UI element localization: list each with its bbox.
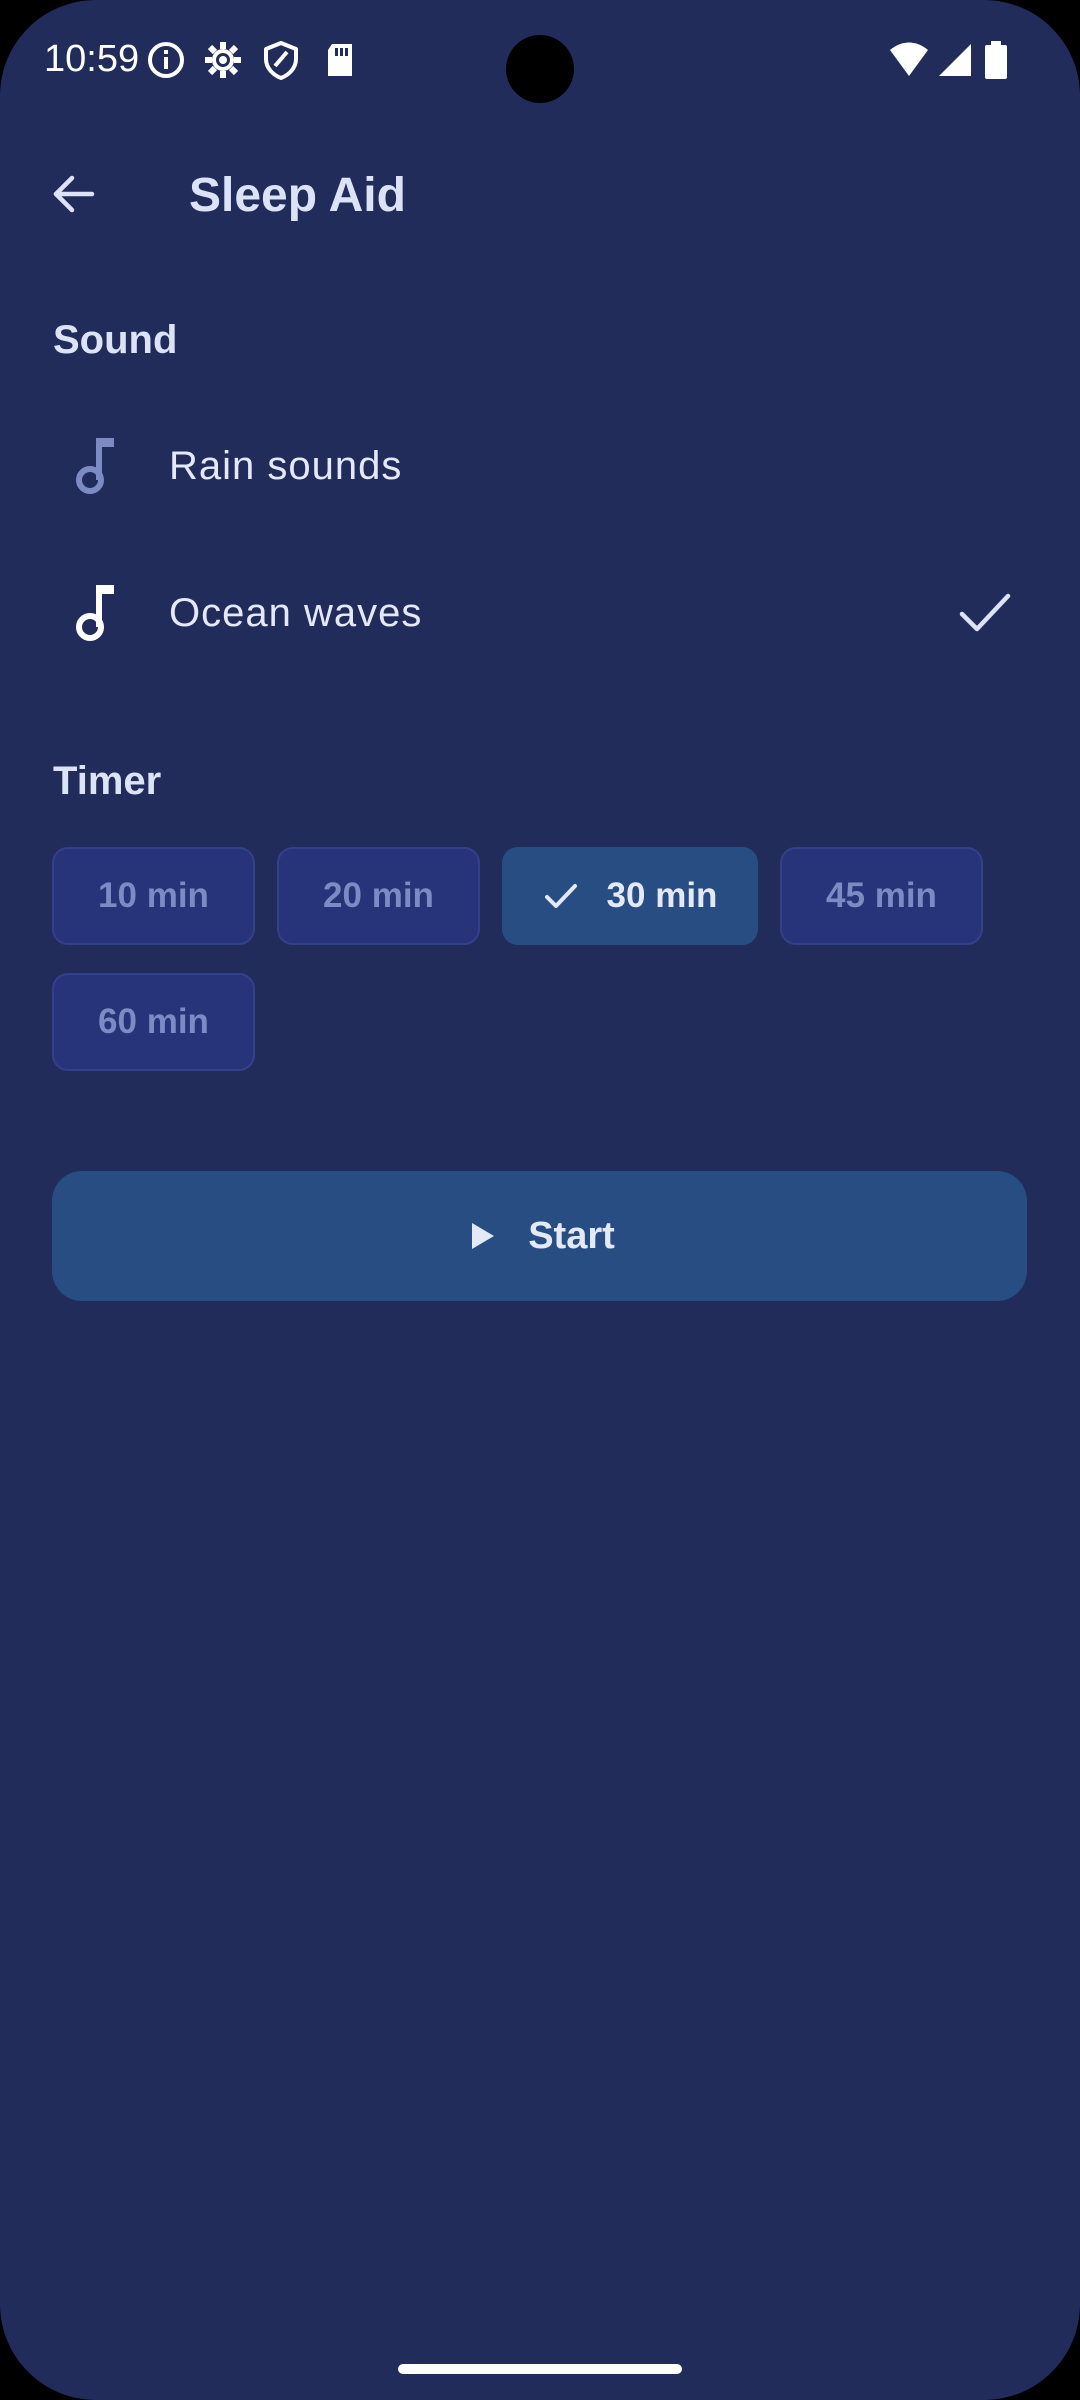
start-button[interactable]: Start (52, 1171, 1027, 1301)
info-icon (148, 42, 184, 78)
page-title: Sleep Aid (189, 169, 406, 222)
chip-label: 10 min (98, 876, 209, 915)
shield-icon (264, 41, 298, 80)
checkmark-icon (544, 884, 577, 908)
chip-label: 20 min (323, 876, 434, 915)
start-button-label: Start (528, 1214, 615, 1257)
chip-label: 45 min (826, 876, 937, 915)
camera-cutout (506, 35, 574, 103)
chip-label: 30 min (606, 876, 718, 915)
signal-icon (939, 44, 971, 76)
music-note-icon (76, 585, 114, 641)
timer-chip-45[interactable]: 45 min (780, 847, 983, 945)
sd-card-icon (328, 44, 352, 76)
home-indicator[interactable] (398, 2364, 682, 2374)
timer-section-label: Timer (53, 759, 162, 803)
gear-icon (205, 42, 241, 78)
arrow-left-icon (53, 175, 95, 213)
sound-item-rain[interactable]: Rain sounds (0, 393, 1080, 539)
wifi-icon (890, 42, 928, 76)
app-screen: 10:59 Sleep Aid Sound Rain sounds Ocean … (0, 0, 1080, 2400)
sound-section-label: Sound (53, 318, 178, 362)
sound-item-label: Ocean waves (169, 591, 423, 635)
play-icon (472, 1223, 495, 1249)
sound-item-ocean[interactable]: Ocean waves (0, 540, 1080, 686)
music-note-icon (76, 438, 114, 494)
timer-chip-60[interactable]: 60 min (52, 973, 255, 1071)
battery-icon (985, 41, 1007, 79)
chip-label: 60 min (98, 1002, 209, 1041)
timer-chip-10[interactable]: 10 min (52, 847, 255, 945)
checkmark-icon (959, 593, 1011, 632)
status-time: 10:59 (44, 38, 140, 80)
timer-chip-30[interactable]: 30 min (502, 847, 758, 945)
timer-chip-20[interactable]: 20 min (277, 847, 480, 945)
sound-item-label: Rain sounds (169, 444, 403, 488)
back-button[interactable] (34, 154, 114, 234)
